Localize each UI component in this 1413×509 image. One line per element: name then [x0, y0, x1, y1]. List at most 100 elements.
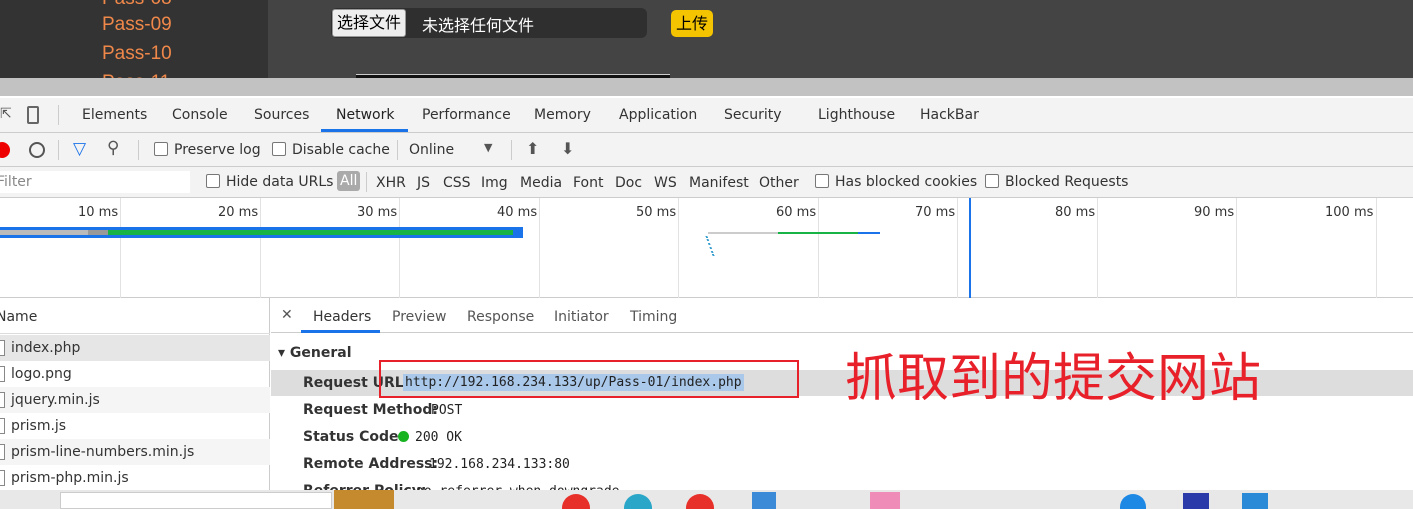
header-key: Remote Address: — [303, 456, 439, 472]
clear-icon[interactable] — [29, 142, 45, 158]
request-bar-download — [108, 230, 513, 235]
type-filter-xhr[interactable]: XHR — [376, 175, 406, 191]
timeline-tick: 10 ms — [78, 205, 119, 220]
horizontal-scrollbar[interactable] — [0, 78, 1413, 98]
filter-icon[interactable]: ▽ — [73, 139, 86, 159]
level-sidebar: Pass-08 Pass-09 Pass-10 Pass-11 — [0, 0, 268, 93]
header-key: Status Code: — [303, 429, 405, 445]
tab-elements[interactable]: Elements — [82, 107, 147, 123]
timeline-tick: 100 ms — [1325, 205, 1374, 220]
active-tab-indicator — [321, 129, 408, 132]
filter-bar: Filter Hide data URLs All XHR JS CSS Img… — [0, 167, 1413, 198]
level-link[interactable]: Pass-09 — [102, 14, 172, 36]
type-filter-media[interactable]: Media — [520, 175, 562, 191]
chevron-down-icon[interactable]: ▼ — [484, 141, 492, 154]
close-icon[interactable]: ✕ — [281, 307, 293, 323]
tab-console[interactable]: Console — [172, 107, 228, 123]
timeline-tick: 40 ms — [497, 205, 538, 220]
level-link[interactable]: Pass-10 — [102, 43, 172, 65]
taskbar-app-icon[interactable] — [1242, 493, 1268, 509]
header-value: 200 OK — [415, 430, 462, 445]
tab-memory[interactable]: Memory — [534, 107, 591, 123]
tab-response[interactable]: Response — [467, 309, 534, 325]
type-filter-font[interactable]: Font — [573, 175, 603, 191]
taskbar-app-icon[interactable] — [1120, 494, 1146, 509]
type-filter-other[interactable]: Other — [759, 175, 799, 191]
header-key: Request Method: — [303, 402, 438, 418]
hide-data-urls-checkbox[interactable]: Hide data URLs — [206, 174, 333, 190]
type-filter-img[interactable]: Img — [481, 175, 508, 191]
request-row[interactable]: logo.png — [0, 361, 270, 387]
choose-file-button[interactable]: 选择文件 — [332, 9, 407, 37]
taskbar-app-icon[interactable] — [752, 492, 776, 509]
type-filter-all[interactable]: All — [337, 171, 361, 191]
request-row[interactable]: prism-php.min.js — [0, 465, 270, 491]
taskbar-app-icon[interactable] — [1183, 493, 1209, 509]
request-row[interactable]: prism-line-numbers.min.js — [0, 439, 270, 465]
import-har-icon[interactable]: ⬆ — [526, 139, 539, 158]
general-section-toggle[interactable]: ▾ General — [278, 345, 352, 361]
tab-timing[interactable]: Timing — [630, 309, 677, 325]
load-event-line — [969, 198, 971, 298]
search-icon[interactable]: ⚲ — [107, 138, 119, 158]
blocked-requests-checkbox[interactable]: Blocked Requests — [985, 174, 1128, 190]
request-bar — [778, 232, 858, 234]
preserve-log-checkbox[interactable]: Preserve log — [154, 142, 261, 158]
has-blocked-cookies-checkbox[interactable]: Has blocked cookies — [815, 174, 977, 190]
request-row[interactable]: prism.js — [0, 413, 270, 439]
header-value: POST — [431, 403, 463, 418]
request-row[interactable]: index.php — [0, 335, 270, 361]
filter-input[interactable]: Filter — [0, 171, 190, 193]
request-bar — [708, 232, 778, 234]
network-overview-timeline[interactable]: 10 ms 20 ms 30 ms 40 ms 50 ms 60 ms 70 m… — [0, 198, 1413, 298]
tab-security[interactable]: Security — [724, 107, 782, 123]
type-filter-js[interactable]: JS — [417, 175, 430, 191]
request-bar-waiting — [0, 230, 88, 235]
tab-lighthouse[interactable]: Lighthouse — [818, 107, 895, 123]
tab-sources[interactable]: Sources — [254, 107, 309, 123]
tab-network[interactable]: Network — [336, 107, 394, 123]
taskbar — [0, 490, 1413, 509]
taskbar-app-icon[interactable] — [334, 490, 394, 509]
timeline-tick: 80 ms — [1055, 205, 1096, 220]
disable-cache-checkbox[interactable]: Disable cache — [272, 142, 390, 158]
tab-hackbar[interactable]: HackBar — [920, 107, 979, 123]
timeline-tick: 50 ms — [636, 205, 677, 220]
tab-performance[interactable]: Performance — [422, 107, 511, 123]
request-list: Name index.php logo.png jquery.min.js pr… — [0, 298, 270, 490]
request-bar-stalled — [88, 230, 108, 235]
web-page: Pass-08 Pass-09 Pass-10 Pass-11 选择文件 未选择… — [0, 0, 1413, 93]
tab-application[interactable]: Application — [619, 107, 697, 123]
timeline-tick: 20 ms — [218, 205, 259, 220]
network-toolbar: ▽ ⚲ Preserve log Disable cache Online ▼ … — [0, 133, 1413, 167]
request-bar — [858, 232, 880, 234]
type-filter-ws[interactable]: WS — [654, 175, 677, 191]
tab-preview[interactable]: Preview — [392, 309, 447, 325]
taskbar-app-icon[interactable] — [686, 494, 714, 509]
annotation-text: 抓取到的提交网站 — [845, 349, 1262, 409]
export-har-icon[interactable]: ⬇ — [561, 139, 574, 158]
upload-button[interactable]: 上传 — [671, 10, 714, 37]
tab-initiator[interactable]: Initiator — [554, 309, 609, 325]
status-ok-icon — [398, 431, 409, 442]
throttle-select[interactable]: Online — [409, 142, 454, 158]
header-value: 192.168.234.133:80 — [429, 457, 570, 472]
level-link[interactable]: Pass-08 — [102, 0, 172, 10]
timeline-tick: 90 ms — [1194, 205, 1235, 220]
name-column-header[interactable]: Name — [0, 304, 270, 334]
request-row[interactable]: jquery.min.js — [0, 387, 270, 413]
taskbar-app-icon[interactable] — [562, 494, 590, 509]
tab-headers[interactable]: Headers — [313, 309, 371, 325]
type-filter-css[interactable]: CSS — [443, 175, 471, 191]
type-filter-manifest[interactable]: Manifest — [689, 175, 749, 191]
inspect-icon[interactable]: ⇱ — [0, 106, 12, 122]
request-bars-small — [705, 236, 723, 256]
type-filter-doc[interactable]: Doc — [615, 175, 642, 191]
device-toolbar-icon[interactable] — [27, 106, 39, 124]
taskbar-app-icon[interactable] — [870, 492, 900, 509]
highlight-box — [379, 360, 799, 398]
record-icon[interactable] — [0, 142, 10, 158]
file-status: 未选择任何文件 — [422, 16, 535, 35]
taskbar-search-box[interactable] — [60, 492, 332, 509]
taskbar-app-icon[interactable] — [624, 494, 652, 509]
